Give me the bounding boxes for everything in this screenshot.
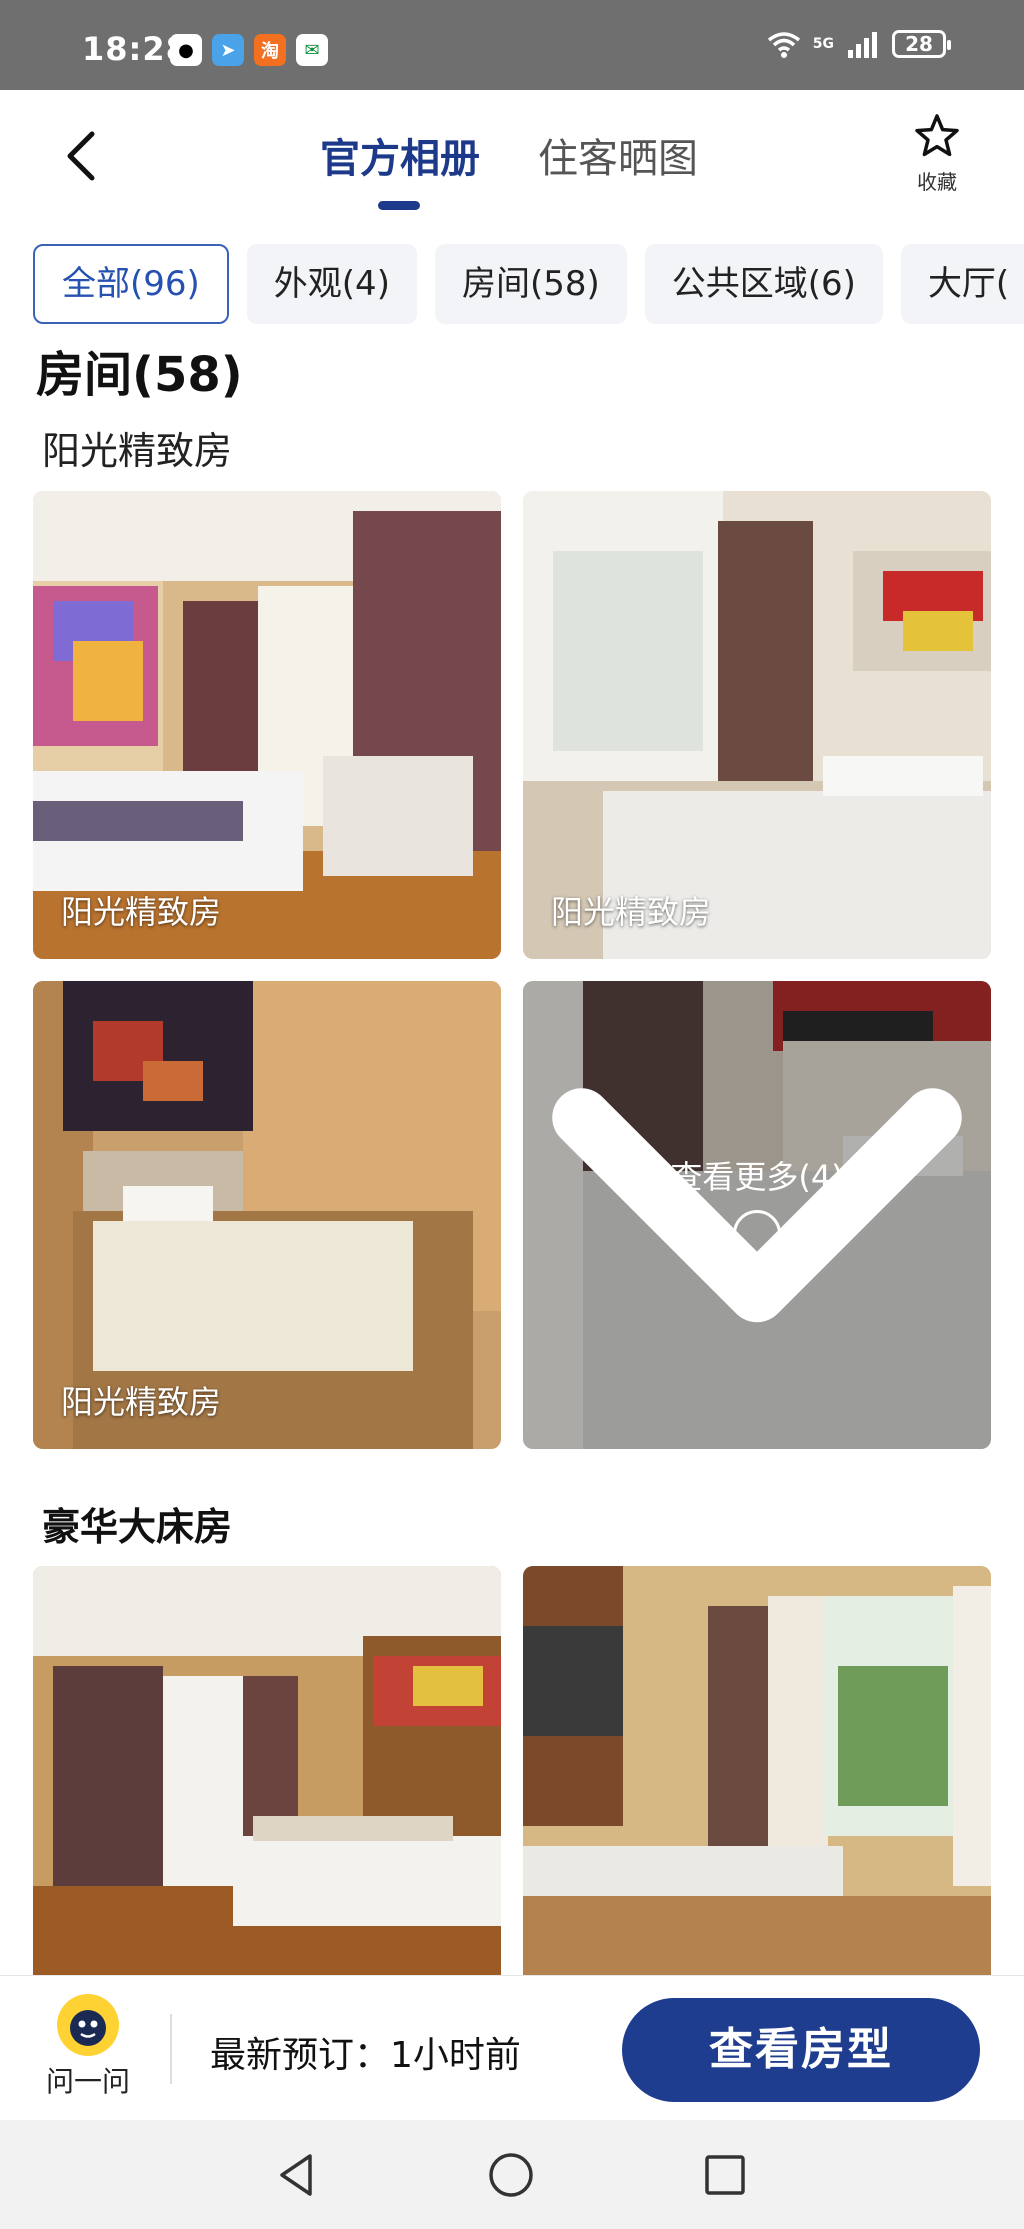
tab-label: 住客晒图 (538, 136, 698, 182)
status-bar: 18:28 ● ➤ 淘 ✉ 5G 28 (0, 0, 1024, 90)
chevron-left-icon (67, 131, 95, 181)
ask-button[interactable]: 问一问 (38, 1994, 138, 2100)
telegram-app-icon: ➤ (212, 34, 244, 66)
active-tab-indicator (378, 201, 420, 210)
assistant-avatar-icon (57, 1994, 119, 2056)
ask-label: 问一问 (45, 2065, 130, 2098)
room-photo[interactable]: 阳光精致房 (33, 981, 501, 1449)
battery-level: 28 (905, 32, 933, 56)
tab-official-album[interactable]: 官方相册 (320, 126, 480, 210)
circle-home-icon (489, 2153, 533, 2197)
album-tabs: 官方相册 住客晒图 (320, 126, 698, 210)
system-nav-bar (0, 2120, 1024, 2229)
divider (170, 2014, 172, 2084)
view-more-photos-tile[interactable]: 查看更多(4) (523, 981, 991, 1449)
favorite-button[interactable]: 收藏 (910, 112, 964, 195)
mascot-icon (59, 1996, 117, 2054)
qq-app-icon: ● (170, 34, 202, 66)
room-photo[interactable]: 阳光精致房 (33, 491, 501, 959)
room-photo[interactable] (523, 1566, 991, 1975)
bottom-action-bar: 问一问 最新预订：1小时前 查看房型 (0, 1975, 1024, 2120)
group-title: 豪华大床房 (42, 1505, 233, 1549)
favorite-label: 收藏 (917, 170, 957, 194)
photo-caption: 阳光精致房 (61, 893, 222, 931)
chip-rooms[interactable]: 房间(58) (434, 244, 627, 324)
room-photo[interactable]: 阳光精致房 (523, 491, 991, 959)
nav-back-button[interactable] (272, 2150, 322, 2200)
post-app-icon: ✉ (296, 34, 328, 66)
tab-guest-photos[interactable]: 住客晒图 (538, 126, 698, 184)
status-right: 5G 28 (767, 30, 951, 58)
notification-icons: ● ➤ 淘 ✉ (170, 34, 328, 66)
category-filter-bar: 全部(96) 外观(4) 房间(58) 公共区域(6) 大厅( (33, 244, 1024, 324)
chevron-down-icon (552, 1088, 962, 1323)
star-icon (915, 114, 959, 157)
chip-exterior[interactable]: 外观(4) (246, 244, 417, 324)
battery-icon: 28 (892, 30, 951, 58)
chip-public-areas[interactable]: 公共区域(6) (644, 244, 883, 324)
chevron-down-circle-icon (552, 1088, 962, 1323)
square-recents-icon (705, 2155, 745, 2195)
tab-label: 官方相册 (320, 136, 480, 182)
latest-booking-text: 最新预订：1小时前 (210, 2035, 521, 2076)
view-more-overlay: 查看更多(4) (523, 981, 991, 1449)
photo-image (33, 1566, 501, 1975)
chip-all[interactable]: 全部(96) (33, 244, 229, 324)
nav-recents-button[interactable] (700, 2150, 750, 2200)
photo-caption: 阳光精致房 (61, 1383, 222, 1421)
signal-icon (848, 32, 877, 58)
photo-caption: 阳光精致房 (551, 893, 712, 931)
wifi-icon (767, 32, 800, 58)
top-header: 官方相册 住客晒图 收藏 (0, 90, 1024, 220)
photo-image (523, 1566, 991, 1975)
nav-home-button[interactable] (486, 2150, 536, 2200)
taobao-app-icon: 淘 (254, 34, 286, 66)
group-title: 阳光精致房 (42, 429, 233, 473)
back-button[interactable] (58, 126, 104, 186)
chip-lobby[interactable]: 大厅( (900, 244, 1024, 324)
network-type: 5G (812, 36, 834, 52)
room-photo[interactable] (33, 1566, 501, 1975)
section-title: 房间(58) (36, 347, 243, 403)
view-room-types-button[interactable]: 查看房型 (622, 1998, 980, 2102)
triangle-back-icon (280, 2154, 312, 2196)
